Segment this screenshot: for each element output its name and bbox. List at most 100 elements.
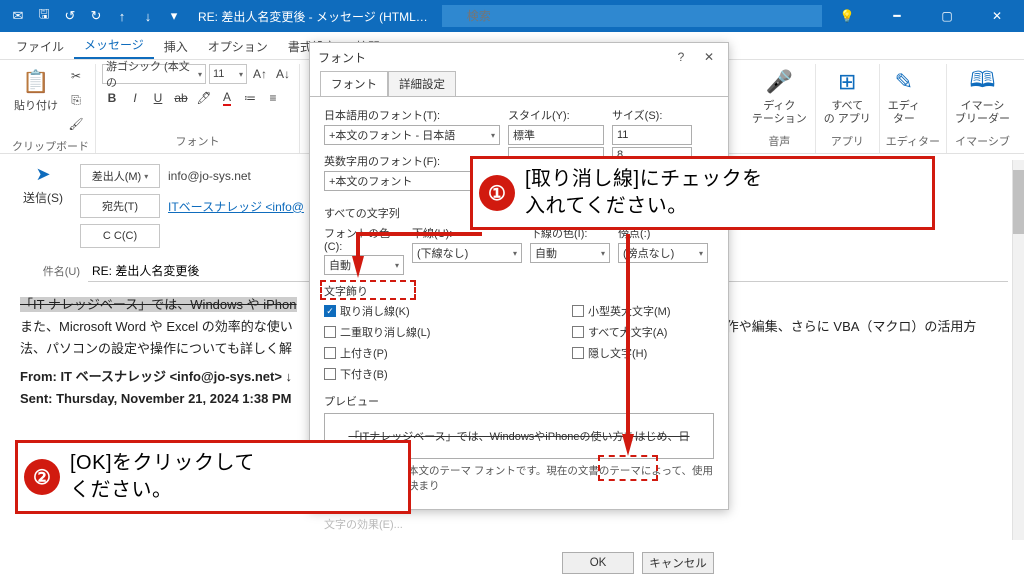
size-input[interactable]: 11 (612, 125, 692, 145)
underline-input[interactable]: (下線なし)▾ (412, 243, 522, 263)
font-size-input[interactable]: 11▾ (209, 64, 247, 84)
quoted-from: From: IT ベースナレッジ <info@jo-sys.net> ↓ (20, 369, 292, 384)
dialog-close-button[interactable]: ✕ (698, 46, 720, 68)
size-label: サイズ(S): (612, 107, 692, 123)
underlinecolor-input[interactable]: 自動▾ (530, 243, 610, 263)
emphasis-input[interactable]: (傍点なし)▾ (618, 243, 708, 263)
fontcolor-input[interactable]: 自動▾ (324, 255, 404, 275)
search-input[interactable] (442, 5, 822, 27)
tab-insert[interactable]: 挿入 (154, 33, 198, 59)
dictate-button[interactable]: 🎤ディク テーション (750, 64, 809, 127)
format-painter-icon[interactable]: 🖌 (66, 114, 86, 134)
dialog-title: フォント (318, 49, 366, 66)
decrease-font-icon[interactable]: A↓ (273, 64, 293, 84)
all-apps-button[interactable]: ⊞すべて の アプリ (822, 64, 873, 127)
annotation-connector (356, 232, 360, 256)
window-title: RE: 差出人名変更後 - メッセージ (HTML… (198, 8, 428, 25)
style-input[interactable]: 標準 (508, 125, 604, 145)
increase-font-icon[interactable]: A↑ (250, 64, 270, 84)
send-button[interactable]: ➤ 送信(S) (16, 164, 70, 248)
tab-options[interactable]: オプション (198, 33, 278, 59)
text-effects-button: 文字の効果(E)... (324, 516, 714, 532)
editor-button[interactable]: ✎エディ ター (886, 64, 922, 127)
cut-icon[interactable]: ✂ (66, 66, 86, 86)
annotation-highlight (320, 280, 416, 300)
dialog-buttons: OK キャンセル (310, 542, 728, 584)
highlight-button[interactable]: 🖊 (194, 88, 214, 108)
close-button[interactable]: ✕ (974, 0, 1020, 32)
group-label: エディター (886, 131, 940, 153)
subscript-checkbox[interactable]: 下付き(B) (324, 366, 504, 382)
italic-button[interactable]: I (125, 88, 145, 108)
up-icon[interactable]: ↑ (112, 6, 132, 26)
annotation-arrow-icon (622, 434, 634, 456)
ok-button[interactable]: OK (562, 552, 634, 574)
annotation-text: [OK]をクリックして ください。 (70, 450, 255, 504)
annotation-connector (356, 232, 482, 236)
fontcolor-label: フォントの色(C): (324, 225, 404, 253)
group-immersive: 🕮イマーシ ブリーダー イマーシブ (947, 64, 1018, 153)
jp-font-input[interactable]: +本文のフォント - 日本語▾ (324, 125, 500, 145)
redo-icon[interactable]: ↻ (86, 6, 106, 26)
paste-button[interactable]: 📋 貼り付け (12, 64, 60, 115)
copy-icon[interactable]: ⎘ (66, 90, 86, 110)
selected-text: 「IT ナレッジベース」では、Windows や iPhon (20, 297, 297, 312)
minimize-button[interactable]: ━ (874, 0, 920, 32)
double-strikethrough-checkbox[interactable]: 二重取り消し線(L) (324, 324, 504, 340)
immersive-reader-button[interactable]: 🕮イマーシ ブリーダー (953, 64, 1012, 127)
editor-icon: ✎ (888, 66, 920, 98)
group-voice: 🎤ディク テーション 音声 (744, 64, 816, 153)
qat-dropdown-icon[interactable]: ▾ (164, 6, 184, 26)
style-label: スタイル(Y): (508, 107, 604, 123)
annotation-callout-1: ① [取り消し線]にチェックを 入れてください。 (470, 156, 935, 230)
scrollbar-thumb[interactable] (1013, 170, 1024, 234)
down-icon[interactable]: ↓ (138, 6, 158, 26)
bullets-button[interactable]: ≔ (240, 88, 260, 108)
dialog-tab-advanced[interactable]: 詳細設定 (388, 71, 456, 96)
cancel-button[interactable]: キャンセル (642, 552, 714, 574)
from-button[interactable]: 差出人(M) ▾ (80, 164, 160, 188)
dialog-help-button[interactable]: ? (670, 46, 692, 68)
hidden-checkbox[interactable]: 隠し文字(H) (572, 345, 671, 361)
vertical-scrollbar[interactable] (1012, 160, 1024, 540)
allcaps-checkbox[interactable]: すべて大文字(A) (572, 324, 671, 340)
help-icon[interactable]: 💡 (824, 0, 870, 32)
cc-button[interactable]: C C(C) (80, 224, 160, 248)
smallcaps-checkbox[interactable]: 小型英大文字(M) (572, 303, 671, 319)
window-controls: 💡 ━ ▢ ✕ (824, 0, 1024, 32)
body-line: 操作や編集、さらに VBA（マクロ）の活用方 (713, 319, 977, 334)
group-label: クリップボード (12, 136, 89, 158)
mic-icon: 🎤 (763, 66, 795, 98)
group-clipboard: 📋 貼り付け ✂ ⎘ 🖌 クリップボード (6, 64, 96, 153)
annotation-callout-2: ② [OK]をクリックして ください。 (15, 440, 411, 514)
send-label: 送信(S) (23, 189, 63, 206)
undo-icon[interactable]: ↺ (60, 6, 80, 26)
apps-icon: ⊞ (831, 66, 863, 98)
numbering-button[interactable]: ≡ (263, 88, 283, 108)
body-line: また、Microsoft Word や Excel の効率的な使い (20, 319, 293, 334)
send-icon: ➤ (35, 164, 50, 185)
annotation-number: ① (479, 175, 515, 211)
title-bar: ✉ 🖫 ↺ ↻ ↑ ↓ ▾ RE: 差出人名変更後 - メッセージ (HTML…… (0, 0, 1024, 32)
dialog-tab-font[interactable]: フォント (320, 71, 388, 96)
dialog-title-bar: フォント ? ✕ (310, 43, 728, 71)
annotation-text: [取り消し線]にチェックを 入れてください。 (525, 166, 763, 220)
quick-access-toolbar: ✉ 🖫 ↺ ↻ ↑ ↓ ▾ (0, 6, 192, 26)
maximize-button[interactable]: ▢ (924, 0, 970, 32)
to-value[interactable]: ITベースナレッジ <info@ (168, 198, 304, 215)
superscript-checkbox[interactable]: 上付き(P) (324, 345, 504, 361)
font-color-button[interactable]: A (217, 88, 237, 108)
group-label: 音声 (750, 131, 809, 153)
to-button[interactable]: 宛先(T) (80, 194, 160, 218)
strikethrough-checkbox[interactable]: ✓取り消し線(K) (324, 303, 504, 319)
strikethrough-button[interactable]: ab (171, 88, 191, 108)
annotation-connector (626, 234, 630, 434)
group-editor: ✎エディ ター エディター (880, 64, 947, 153)
bold-button[interactable]: B (102, 88, 122, 108)
group-label: フォント (102, 131, 293, 153)
font-name-input[interactable]: 游ゴシック (本文の▾ (102, 64, 206, 84)
tab-message[interactable]: メッセージ (74, 31, 154, 59)
underline-button[interactable]: U (148, 88, 168, 108)
save-icon[interactable]: 🖫 (34, 6, 54, 26)
tab-file[interactable]: ファイル (6, 33, 74, 59)
